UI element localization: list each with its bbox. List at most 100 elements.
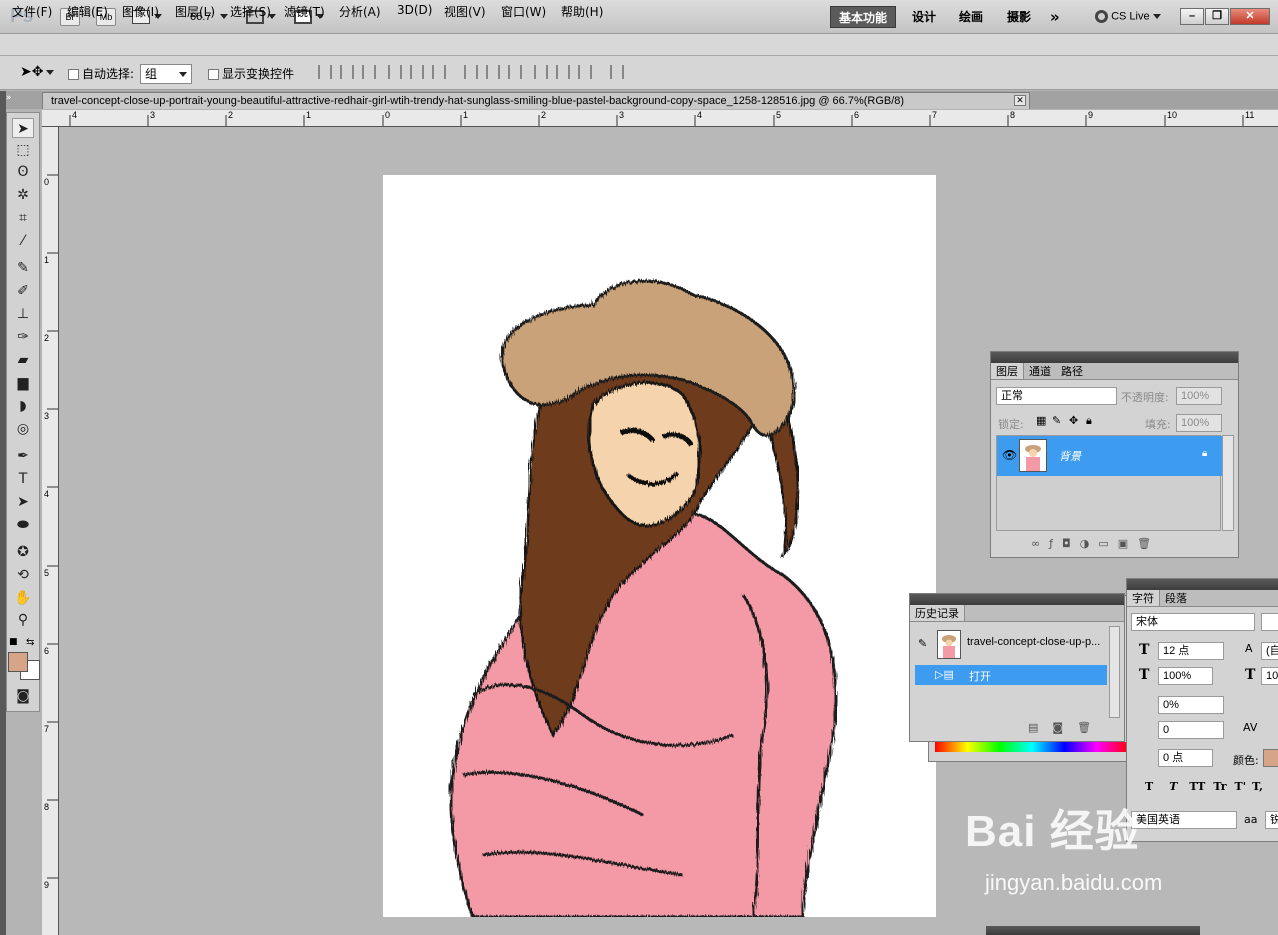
blend-mode-dropdown[interactable]: 正常 <box>996 387 1117 405</box>
align-horizontal-center-icon[interactable] <box>410 65 424 79</box>
menu-3d[interactable]: 3D(D) <box>397 3 432 17</box>
menu-window[interactable]: 窗口(W) <box>501 3 546 20</box>
align-bottom-icon[interactable] <box>362 65 376 79</box>
history-scrollbar[interactable] <box>1109 626 1120 718</box>
distribute-bottom-icon[interactable] <box>508 65 522 79</box>
superscript-button[interactable]: T' <box>1235 780 1247 793</box>
distribute-top-icon[interactable] <box>464 65 478 79</box>
layer-row-background[interactable]: 👁︎ 背景 🔒︎ <box>997 436 1222 476</box>
close-document-icon[interactable]: ✕ <box>1014 95 1026 106</box>
3d-rotate-tool-icon[interactable]: ✪ <box>12 542 34 562</box>
type-tool-icon[interactable]: T <box>12 469 34 489</box>
text-color-swatch[interactable] <box>1263 749 1278 767</box>
menu-select[interactable]: 选择(S) <box>230 3 271 20</box>
add-mask-icon[interactable]: ◘ <box>1062 537 1080 550</box>
font-size-field[interactable]: 12 点 <box>1158 642 1224 660</box>
baseline-shift-field[interactable]: 0 点 <box>1158 749 1213 767</box>
vertical-scale-field[interactable]: 100% <box>1158 667 1213 685</box>
adjustment-layer-icon[interactable]: ◑ <box>1080 537 1099 550</box>
collapsed-panel-header[interactable] <box>986 926 1200 935</box>
delete-layer-icon[interactable]: 🗑︎ <box>1137 537 1160 550</box>
opacity-field[interactable]: 100% <box>1176 387 1222 405</box>
quick-selection-tool-icon[interactable]: ✲ <box>12 185 34 205</box>
move-tool-preset-picker[interactable]: ➤✥ <box>20 64 55 80</box>
lock-position-icon[interactable]: ✥ <box>1069 414 1078 427</box>
tab-character[interactable]: 字符 <box>1127 590 1160 606</box>
small-caps-button[interactable]: Tr <box>1213 780 1226 793</box>
menu-layer[interactable]: 图层(L) <box>175 3 215 20</box>
align-vertical-center-icon[interactable] <box>340 65 354 79</box>
lock-transparent-icon[interactable]: ▦ <box>1036 414 1046 427</box>
tab-channels[interactable]: 通道 <box>1024 363 1056 379</box>
auto-select-option[interactable]: 自动选择: <box>68 65 134 82</box>
history-step-open[interactable]: ▷▤ 打开 <box>915 665 1107 685</box>
crop-tool-icon[interactable]: ⌗ <box>12 208 34 228</box>
restore-button[interactable]: ❐ <box>1205 8 1229 25</box>
swap-colors-icon[interactable]: ⇆ <box>26 637 34 648</box>
anti-alias-dropdown[interactable]: 锐 <box>1265 811 1278 829</box>
dodge-tool-icon[interactable]: ◎ <box>12 419 34 439</box>
new-document-from-state-icon[interactable]: ▤ <box>1028 721 1052 734</box>
quick-mask-icon[interactable]: ◙ <box>12 686 34 706</box>
all-caps-button[interactable]: TT <box>1189 780 1205 793</box>
font-style-dropdown[interactable] <box>1261 613 1278 631</box>
auto-select-checkbox[interactable] <box>68 69 79 80</box>
foreground-color-swatch[interactable] <box>8 652 28 672</box>
document-canvas[interactable] <box>383 175 936 917</box>
horizontal-scale-field[interactable]: 100 <box>1261 667 1278 685</box>
toolbox-collapse-icon[interactable]: » <box>6 93 12 103</box>
cs-live-button[interactable]: CS Live <box>1095 10 1161 23</box>
zoom-tool-icon[interactable]: ⚲ <box>12 610 34 630</box>
default-colors-icon[interactable]: ■ <box>9 637 18 647</box>
align-right-icon[interactable] <box>432 65 446 79</box>
language-dropdown[interactable]: 美国英语 <box>1131 811 1237 829</box>
history-brush-tool-icon[interactable]: ✑ <box>12 327 34 347</box>
tracking-percent-field[interactable]: 0% <box>1158 696 1224 714</box>
font-family-dropdown[interactable]: 宋体 <box>1131 613 1255 631</box>
align-left-icon[interactable] <box>388 65 402 79</box>
snapshot-brush-icon[interactable]: ✎ <box>918 637 927 650</box>
lock-all-icon[interactable]: 🔒︎ <box>1086 414 1092 428</box>
minimize-button[interactable]: – <box>1180 8 1204 25</box>
tab-layers[interactable]: 图层 <box>991 363 1024 379</box>
faux-italic-button[interactable]: T <box>1169 780 1177 793</box>
new-layer-icon[interactable]: ▣ <box>1118 537 1137 550</box>
layer-name[interactable]: 背景 <box>1059 448 1081 464</box>
close-button[interactable]: ✕ <box>1230 8 1270 25</box>
leading-field[interactable]: (自 <box>1261 642 1278 660</box>
clone-stamp-tool-icon[interactable]: ⊥ <box>12 304 34 324</box>
faux-bold-button[interactable]: T <box>1145 780 1153 793</box>
layer-style-icon[interactable]: ƒ <box>1049 537 1062 550</box>
path-selection-tool-icon[interactable]: ➤ <box>12 492 34 512</box>
menu-image[interactable]: 图像(I) <box>122 3 159 20</box>
distribute-vertical-center-icon[interactable] <box>486 65 500 79</box>
auto-select-target-dropdown[interactable]: 组 <box>140 64 192 84</box>
fill-field[interactable]: 100% <box>1176 414 1222 432</box>
menu-file[interactable]: 文件(F) <box>12 3 52 20</box>
link-layers-icon[interactable]: ∞ <box>1031 537 1049 550</box>
show-transform-checkbox[interactable] <box>208 69 219 80</box>
subscript-button[interactable]: T, <box>1252 780 1263 793</box>
distribute-left-icon[interactable] <box>534 65 548 79</box>
eraser-tool-icon[interactable]: ▰ <box>12 350 34 370</box>
gradient-tool-icon[interactable]: ▆ <box>12 373 34 393</box>
lasso-tool-icon[interactable]: ʘ <box>12 162 34 182</box>
distribute-horizontal-center-icon[interactable] <box>556 65 570 79</box>
healing-brush-tool-icon[interactable]: ✎ <box>12 258 34 278</box>
menu-view[interactable]: 视图(V) <box>444 3 486 20</box>
menu-filter[interactable]: 滤镜(T) <box>284 3 325 20</box>
hand-tool-icon[interactable]: ✋ <box>12 588 34 608</box>
menu-analysis[interactable]: 分析(A) <box>339 3 381 20</box>
auto-align-layers-icon[interactable] <box>610 65 624 79</box>
move-tool-icon[interactable]: ➤ <box>12 118 34 138</box>
align-top-icon[interactable] <box>318 65 332 79</box>
delete-state-icon[interactable]: 🗑︎ <box>1077 721 1105 734</box>
show-transform-controls-option[interactable]: 显示变换控件 <box>208 65 294 82</box>
tab-history[interactable]: 历史记录 <box>910 605 965 621</box>
kerning-field[interactable]: 0 <box>1158 721 1224 739</box>
menu-edit[interactable]: 编辑(E) <box>67 3 108 20</box>
lock-pixels-icon[interactable]: ✎ <box>1052 414 1061 427</box>
new-group-icon[interactable]: ▭ <box>1098 537 1117 550</box>
tab-paths[interactable]: 路径 <box>1056 363 1088 379</box>
distribute-right-icon[interactable] <box>578 65 592 79</box>
